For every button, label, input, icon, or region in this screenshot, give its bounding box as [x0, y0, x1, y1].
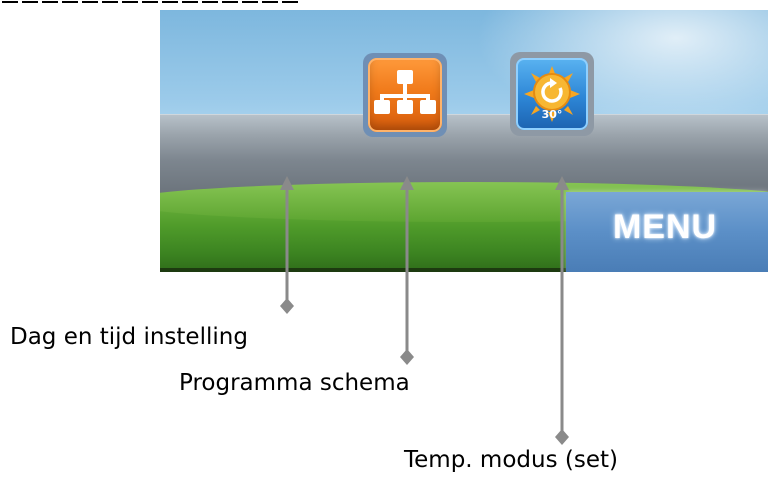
callout-day-time: Dag en tijd instelling	[10, 324, 248, 350]
callout-temp-mode: Temp. modus (set)	[404, 447, 618, 473]
callout-lines	[280, 176, 569, 445]
callout-program: Programma schema	[179, 370, 410, 396]
